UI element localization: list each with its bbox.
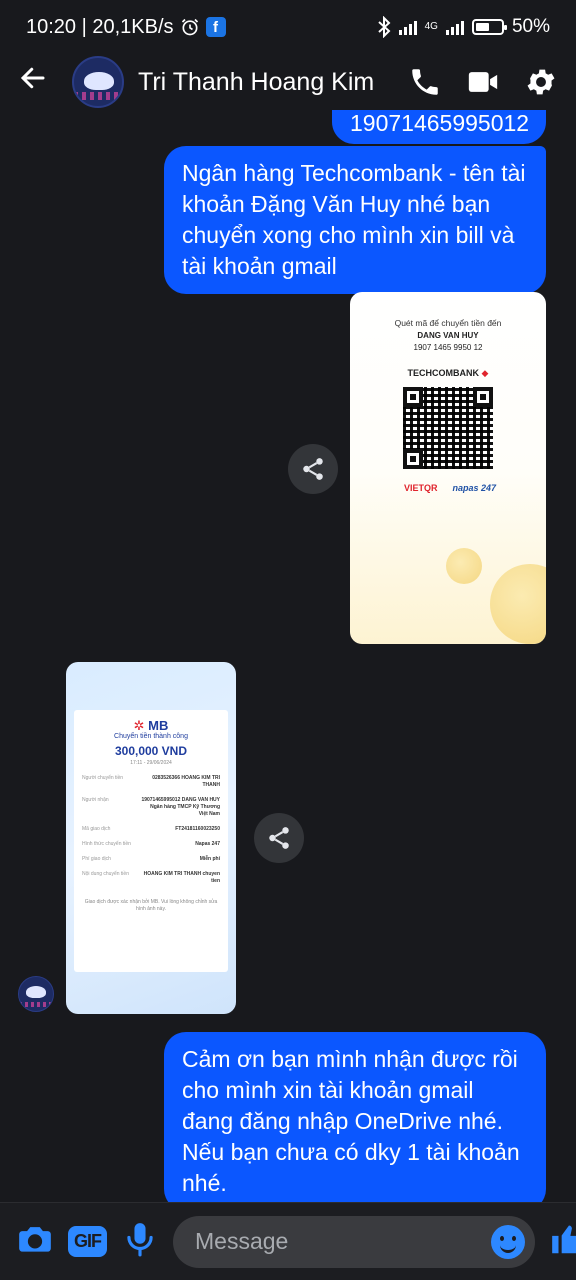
outgoing-message[interactable]: Ngân hàng Techcombank - tên tài khoản Đặ… (164, 146, 546, 294)
qr-caption: Quét mã để chuyển tiền đến (394, 318, 502, 328)
gif-button[interactable]: GIF (68, 1226, 107, 1257)
gear-icon[interactable] (524, 65, 558, 99)
network-type: 4G (424, 21, 438, 32)
chat-header: Tri Thanh Hoang Kim (0, 54, 576, 110)
transfer-status: Chuyển tiền thành công (114, 733, 188, 740)
emoji-icon[interactable] (491, 1224, 525, 1259)
facebook-notification-icon: f (205, 17, 226, 37)
microphone-icon (127, 1223, 153, 1257)
contact-avatar[interactable] (72, 56, 124, 108)
qr-code-image[interactable]: Quét mã để chuyển tiền đến DANG VAN HUY … (350, 292, 546, 644)
status-bar: 10:20 | 20,1KB/s f 4G 50% (0, 0, 576, 54)
napas-logo: napas 247 (452, 483, 496, 493)
receipt-row: Nội dung chuyển tiền HOANG KIM TRI THANH … (82, 871, 220, 884)
qr-account-name: DANG VAN HUY (417, 331, 479, 340)
signal-icon (398, 19, 417, 35)
qr-code (403, 387, 493, 469)
contact-name[interactable]: Tri Thanh Hoang Kim (138, 68, 408, 97)
message-input[interactable] (195, 1228, 491, 1255)
qr-account-number: 1907 1465 9950 12 (413, 343, 483, 352)
outgoing-message-partial[interactable]: 19071465995012 (332, 110, 546, 144)
status-time: 10:20 | 20,1KB/s (26, 15, 174, 38)
message-list[interactable]: 19071465995012 Ngân hàng Techcombank - t… (0, 110, 576, 1202)
mb-bank-logo: ✲ MB (133, 718, 169, 733)
video-call-icon[interactable] (466, 65, 500, 99)
message-composer: GIF (0, 1202, 576, 1280)
back-arrow-icon[interactable] (18, 63, 58, 101)
receipt-row: Mã giao dịch FT24181160023250 (82, 826, 220, 832)
voice-button[interactable] (121, 1220, 159, 1263)
receipt: ✲ MB Chuyển tiền thành công 300,000 VND … (74, 710, 228, 972)
sender-avatar[interactable] (18, 976, 54, 1012)
signal-icon-2 (445, 19, 464, 35)
battery-percent: 50% (511, 16, 550, 37)
transfer-date: 17:11 - 29/06/2024 (130, 760, 172, 766)
share-icon (303, 458, 323, 480)
receipt-footer: Giao dịch được xác nhận bởi MB. Vui lòng… (84, 899, 218, 912)
bluetooth-icon (377, 16, 391, 38)
transfer-receipt-image[interactable]: ✲ MB Chuyển tiền thành công 300,000 VND … (66, 662, 236, 1014)
camera-button[interactable] (16, 1220, 54, 1263)
share-icon (269, 827, 289, 849)
share-button[interactable] (254, 813, 304, 863)
alarm-icon (181, 18, 198, 36)
techcombank-logo: TECHCOMBANK ◆ (407, 368, 489, 378)
message-input-container (173, 1215, 535, 1268)
receipt-row: Phí giao dịch Miễn phí (82, 856, 220, 862)
camera-icon (19, 1227, 51, 1252)
thumbs-up-icon (552, 1225, 576, 1254)
transfer-amount: 300,000 VND (114, 744, 188, 758)
vietqr-logo: VIETQR (404, 483, 438, 493)
like-button[interactable] (549, 1220, 576, 1263)
receipt-row: Hình thức chuyển tiền Napas 247 (82, 841, 220, 847)
battery-icon (471, 19, 507, 35)
share-button[interactable] (288, 444, 338, 494)
receipt-row: Người nhận 19071465995012 DANG VAN HUY Ng… (82, 797, 220, 817)
outgoing-message[interactable]: Cảm ơn bạn mình nhận được rồi cho mình x… (164, 1032, 546, 1202)
phone-icon[interactable] (408, 65, 442, 99)
receipt-row: Người chuyển tiền 0283526366 HOANG KIM TR… (82, 775, 220, 788)
coin-decoration (490, 564, 546, 644)
coin-decoration (446, 548, 482, 584)
